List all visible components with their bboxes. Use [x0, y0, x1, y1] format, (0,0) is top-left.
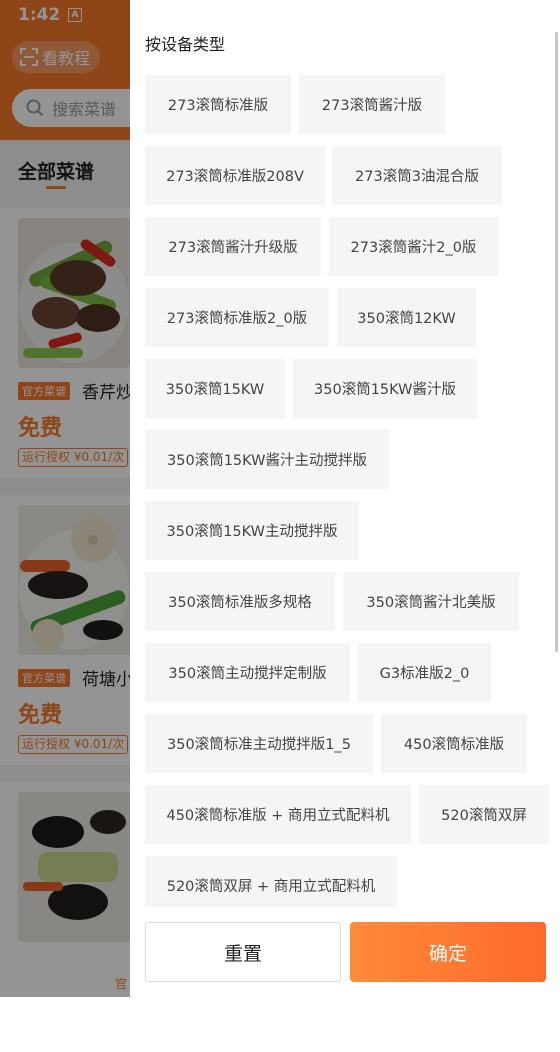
scrollbar[interactable] — [555, 32, 558, 652]
option-chip[interactable]: 520滚筒双屏 + 商用立式配料机 — [145, 856, 397, 907]
filter-drawer: 按设备类型 273滚筒标准版 273滚筒酱汁版 273滚筒标准版208V 273… — [130, 0, 560, 997]
option-chip[interactable]: 273滚筒酱汁2_0版 — [329, 217, 498, 276]
option-chip[interactable]: 350滚筒酱汁北美版 — [343, 572, 519, 631]
option-chip[interactable]: 350滚筒15KW酱汁主动搅拌版 — [145, 430, 389, 489]
option-chip[interactable]: 350滚筒主动搅拌定制版 — [145, 643, 350, 702]
option-chip[interactable]: 450滚筒标准版 — [381, 714, 527, 773]
option-chip[interactable]: 520滚筒双屏 — [419, 785, 549, 844]
option-chip[interactable]: 273滚筒标准版2_0版 — [145, 288, 329, 347]
device-type-options: 273滚筒标准版 273滚筒酱汁版 273滚筒标准版208V 273滚筒3油混合… — [145, 75, 555, 907]
option-chip[interactable]: 273滚筒标准版 — [145, 75, 291, 134]
option-chip[interactable]: 350滚筒标准版多规格 — [145, 572, 335, 631]
confirm-button[interactable]: 确定 — [350, 922, 546, 982]
option-chip[interactable]: 450滚筒标准版 + 商用立式配料机 — [145, 785, 411, 844]
option-chip[interactable]: 350滚筒12KW — [337, 288, 476, 347]
option-chip[interactable]: 350滚筒15KW主动搅拌版 — [145, 501, 359, 560]
filter-title: 按设备类型 — [145, 35, 226, 54]
option-chip[interactable]: 350滚筒标准主动搅拌版1_5 — [145, 714, 373, 773]
reset-button[interactable]: 重置 — [145, 922, 341, 982]
option-chip[interactable]: 350滚筒15KW酱汁版 — [293, 359, 477, 418]
option-chip[interactable]: 350滚筒15KW — [145, 359, 285, 418]
option-chip[interactable]: 273滚筒酱汁升级版 — [145, 217, 321, 276]
option-chip[interactable]: G3标准版2_0 — [358, 643, 491, 702]
option-chip[interactable]: 273滚筒标准版208V — [145, 146, 325, 205]
option-chip[interactable]: 273滚筒酱汁版 — [299, 75, 445, 134]
option-chip[interactable]: 273滚筒3油混合版 — [332, 146, 502, 205]
